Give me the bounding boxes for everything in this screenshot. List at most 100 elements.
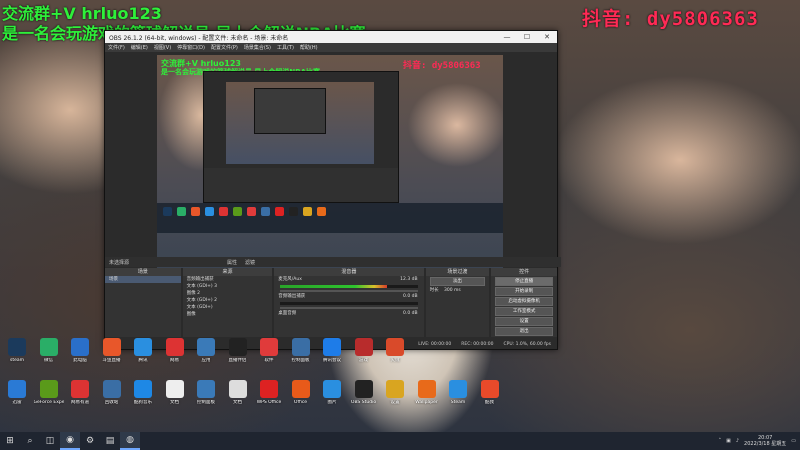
- steam-taskbar-icon[interactable]: ⚙: [80, 432, 100, 450]
- search-icon[interactable]: ⌕: [20, 432, 40, 450]
- desktop-shortcut-label: 此电脑: [73, 358, 87, 363]
- desktop-shortcut[interactable]: OBS Studio: [349, 380, 379, 406]
- source-item[interactable]: 图像: [183, 311, 273, 318]
- obs-preview[interactable]: 交流群+V hrluo123 是一名会玩游戏的篮球解说员 早上会解说NBA比赛 …: [157, 55, 503, 273]
- desktop-shortcut-label: 控制面板: [291, 358, 310, 363]
- duration-row: 时长 300 ms: [426, 287, 490, 294]
- desktop-shortcut-label: Steam: [450, 400, 466, 405]
- taskview-icon[interactable]: ◫: [40, 432, 60, 450]
- desktop-shortcut[interactable]: 迅雷: [2, 380, 32, 406]
- desktop-shortcut[interactable]: 酷狗音乐: [128, 380, 158, 406]
- source-item[interactable]: 文本 (GDI+) 2: [183, 297, 273, 304]
- recycle-icon: [102, 380, 121, 398]
- windows-icon[interactable]: ⊞: [0, 432, 20, 450]
- tray-chevron-icon[interactable]: ˄: [719, 438, 722, 444]
- studio-mode-button[interactable]: 工作室模式: [495, 307, 553, 316]
- desktop-shortcut[interactable]: 游戏: [349, 338, 379, 364]
- desktop-shortcut[interactable]: 火绒: [380, 338, 410, 364]
- source-item[interactable]: 文本 (GDI+) 3: [183, 283, 273, 290]
- menu-edit[interactable]: 编辑(E): [131, 44, 148, 51]
- network-icon[interactable]: ▣: [726, 438, 731, 444]
- menu-help[interactable]: 帮助(H): [300, 44, 318, 51]
- stop-streaming-button[interactable]: 停止直播: [495, 277, 553, 286]
- desktop-shortcut-label: 应用: [201, 358, 211, 363]
- desktop-shortcut[interactable]: Steam: [443, 380, 473, 406]
- desktop-shortcut[interactable]: 软件: [254, 338, 284, 364]
- desktop-shortcut-label: 网易有道: [71, 400, 89, 405]
- browser-taskbar-icon[interactable]: ◍: [120, 432, 140, 450]
- desktop-shortcut[interactable]: WPS Office: [254, 380, 284, 406]
- menu-scene-collection[interactable]: 场景集合(S): [244, 44, 271, 51]
- nested-desktop-icons: [157, 203, 503, 233]
- sources-dock: 来源 音频输出捕获 文本 (GDI+) 3 图像 2 文本 (GDI+) 2 文…: [182, 268, 273, 337]
- obs-titlebar[interactable]: OBS 26.1.2 (64-bit, windows) - 配置文件: 未命名…: [105, 31, 557, 43]
- volume-icon[interactable]: ♪: [736, 438, 739, 444]
- source-item[interactable]: 音频输出捕获: [183, 276, 273, 283]
- minimize-button[interactable]: —: [497, 33, 517, 41]
- virtual-camera-button[interactable]: 启动虚拟摄像机: [495, 297, 553, 306]
- explorer-taskbar-icon[interactable]: ▤: [100, 432, 120, 450]
- desktop-shortcut[interactable]: 文档: [160, 380, 190, 406]
- desktop-shortcut[interactable]: 设置: [380, 380, 410, 406]
- desktop-shortcut[interactable]: Wallpaper: [412, 380, 442, 406]
- desktop-shortcut[interactable]: 直播伴侣: [223, 338, 253, 364]
- duration-label: 时长: [429, 288, 439, 293]
- no-source-label: 未选择源: [109, 259, 130, 266]
- desktop-shortcut[interactable]: GeForce Experience: [34, 380, 64, 406]
- mic-volume-slider[interactable]: [280, 290, 418, 292]
- desktop-shortcut-label: 文档: [170, 400, 179, 405]
- mini-icon: [289, 207, 298, 216]
- exit-button[interactable]: 退出: [495, 327, 553, 336]
- source-item[interactable]: 图像 2: [183, 290, 273, 297]
- menu-tools[interactable]: 工具(T): [277, 44, 294, 51]
- desktop-shortcut[interactable]: 酷我: [475, 380, 505, 406]
- maximize-button[interactable]: ☐: [517, 33, 537, 41]
- desktop-shortcut[interactable]: 腾讯: [128, 338, 158, 364]
- desktop-shortcut[interactable]: 斗鱼直播: [97, 338, 127, 364]
- desktop-shortcut-label: 迅雷: [12, 400, 22, 405]
- channel-desktop-level: 0.0 dB: [403, 311, 418, 316]
- desktop-shortcut[interactable]: 微信: [34, 338, 64, 364]
- desktop-shortcut[interactable]: 控制面板: [286, 338, 316, 364]
- menu-docks[interactable]: 停靠窗口(D): [177, 44, 205, 51]
- panel-icon: [197, 380, 215, 398]
- desktop-shortcut[interactable]: 网易有道: [65, 380, 95, 406]
- obs-window[interactable]: OBS 26.1.2 (64-bit, windows) - 配置文件: 未命名…: [104, 30, 561, 350]
- transition-select[interactable]: 淡出: [429, 277, 486, 286]
- settings-button[interactable]: 设置: [495, 317, 553, 326]
- desktop-shortcut[interactable]: 回收站: [97, 380, 127, 406]
- output-volume-slider[interactable]: [280, 307, 418, 309]
- desktop-shortcut[interactable]: 网易: [160, 338, 190, 364]
- scene-item[interactable]: 场景: [105, 276, 181, 283]
- stream-overlay-douyin: 抖音: dy5806363: [582, 8, 759, 30]
- obs-taskbar-icon[interactable]: ◉: [60, 432, 80, 450]
- mini-icon: [247, 207, 256, 216]
- desktop-shortcut[interactable]: 控制面板: [191, 380, 221, 406]
- menu-view[interactable]: 视图(V): [154, 44, 171, 51]
- desktop-shortcut[interactable]: Office: [286, 380, 316, 406]
- notification-icon[interactable]: ▭: [791, 438, 796, 444]
- mixer-dock-title: 混音器: [274, 268, 424, 276]
- mixer-channel-name: 桌面音频 0.0 dB: [274, 310, 423, 317]
- desktop-shortcut[interactable]: 腾讯会议: [317, 338, 347, 364]
- close-button[interactable]: ✕: [537, 33, 557, 41]
- clock[interactable]: 20:07 2022/3/18 星期五: [744, 435, 786, 447]
- duration-value[interactable]: 300 ms: [444, 288, 461, 293]
- source-item[interactable]: 文本 (GDI+): [183, 304, 273, 311]
- mini-icon: [219, 207, 228, 216]
- start-recording-button[interactable]: 开始录制: [495, 287, 553, 296]
- desktop-shortcut-label: Wallpaper: [415, 400, 438, 405]
- app-icon: [197, 338, 215, 356]
- desktop-shortcut[interactable]: 图片: [317, 380, 347, 406]
- menu-profile[interactable]: 配置文件(P): [211, 44, 238, 51]
- desktop-shortcut[interactable]: 此电脑: [65, 338, 95, 364]
- menu-file[interactable]: 文件(F): [108, 44, 125, 51]
- wps-icon: [260, 380, 278, 398]
- filters-button[interactable]: 滤镜: [245, 259, 255, 266]
- computer-icon: [71, 338, 89, 356]
- desktop-shortcut[interactable]: 文档: [223, 380, 253, 406]
- desktop-shortcut[interactable]: 应用: [191, 338, 221, 364]
- desktop-shortcut[interactable]: steam: [2, 338, 32, 364]
- taskbar: ⊞ ⌕ ◫ ◉ ⚙ ▤ ◍ ˄ ▣ ♪ 20:07 2022/3/18 星期五 …: [0, 432, 800, 450]
- properties-button[interactable]: 属性: [227, 259, 237, 266]
